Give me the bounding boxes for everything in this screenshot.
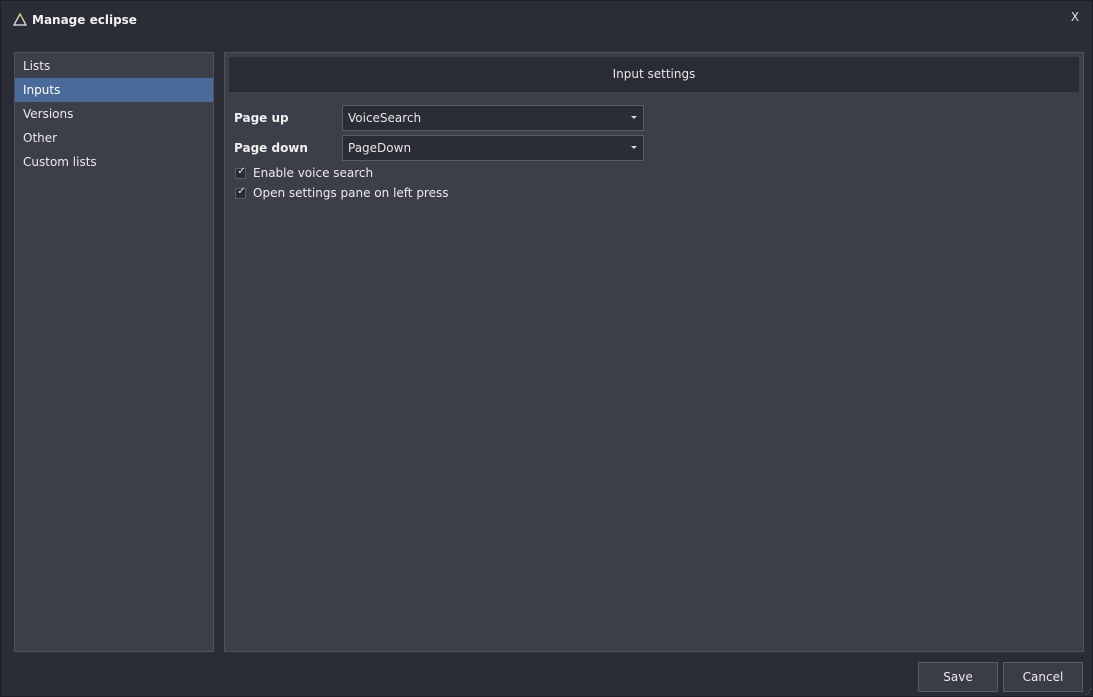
sidebar-item-custom-lists[interactable]: Custom lists [15, 150, 213, 174]
sidebar-item-lists[interactable]: Lists [15, 54, 213, 78]
sidebar-item-inputs[interactable]: Inputs [15, 78, 213, 102]
page-down-label: Page down [234, 141, 308, 155]
enable-voice-search-label: Enable voice search [253, 166, 374, 180]
open-settings-pane-label: Open settings pane on left press [253, 186, 449, 200]
page-up-label: Page up [234, 111, 289, 125]
triangle-logo-icon [13, 13, 27, 26]
close-button[interactable]: X [1067, 9, 1083, 25]
checkmark-icon: ✓ [237, 186, 246, 197]
sidebar-item-versions[interactable]: Versions [15, 102, 213, 126]
title-bar: Manage eclipse X [1, 1, 1092, 41]
section-header: Input settings [229, 57, 1079, 92]
cancel-button[interactable]: Cancel [1003, 662, 1083, 692]
dropdown-caret-icon [631, 146, 637, 149]
settings-panel: Input settings Page up VoiceSearch Page … [224, 52, 1084, 652]
sidebar: Lists Inputs Versions Other Custom lists [14, 52, 214, 652]
page-down-select[interactable]: PageDown [342, 135, 644, 161]
dropdown-caret-icon [631, 116, 637, 119]
checkmark-icon: ✓ [237, 166, 246, 177]
sidebar-item-other[interactable]: Other [15, 126, 213, 150]
page-up-select[interactable]: VoiceSearch [342, 105, 644, 131]
page-down-value: PageDown [348, 141, 412, 155]
open-settings-pane-checkbox[interactable]: ✓ [235, 186, 246, 199]
enable-voice-search-checkbox[interactable]: ✓ [235, 166, 246, 179]
resize-grip-icon[interactable]: ⋰ [1085, 689, 1092, 696]
window-title: Manage eclipse [32, 13, 137, 27]
save-button[interactable]: Save [918, 662, 998, 692]
page-up-value: VoiceSearch [348, 111, 422, 125]
manage-dialog: Manage eclipse X Lists Inputs Versions O… [0, 0, 1093, 697]
